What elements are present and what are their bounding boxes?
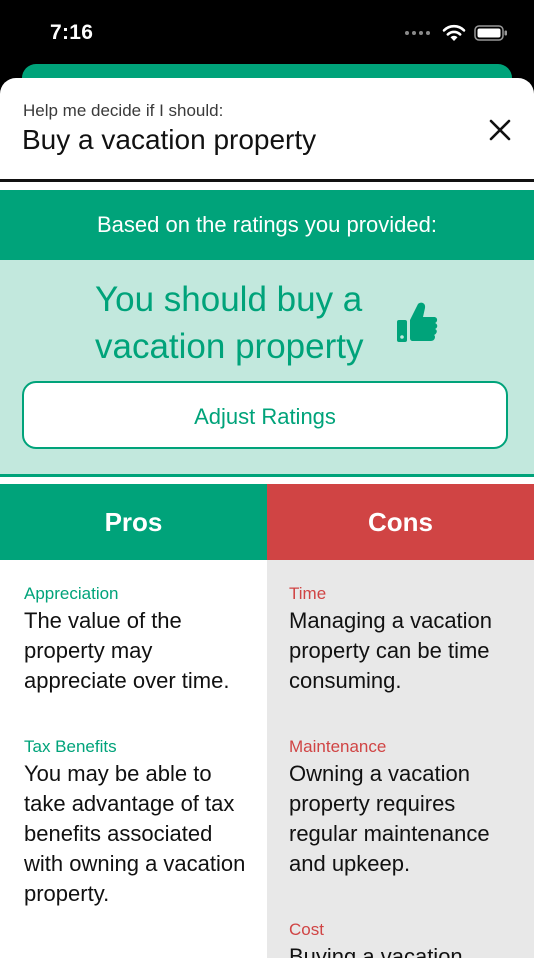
close-icon[interactable] — [484, 114, 516, 146]
pro-item-description: You may be able to take advantage of tax… — [24, 761, 246, 906]
wifi-icon — [442, 24, 466, 41]
verdict-panel: You should buy a vacation property Adjus… — [0, 260, 534, 477]
status-icons — [405, 24, 508, 42]
pro-item-description: The value of the property may appreciate… — [24, 608, 230, 693]
verdict-text: You should buy a vacation property — [95, 280, 364, 366]
cellular-dots-icon — [405, 31, 430, 35]
status-time: 7:16 — [50, 21, 94, 44]
con-item-title: Cost — [289, 920, 324, 939]
header-subtitle: Help me decide if I should: — [23, 101, 224, 120]
pros-header: Pros — [0, 484, 267, 560]
pro-item-title: Appreciation — [24, 584, 119, 603]
decision-sheet: Help me decide if I should: Buy a vacati… — [0, 78, 534, 958]
cons-list: Time Managing a vacation property can be… — [267, 560, 534, 958]
sheet-header: Help me decide if I should: Buy a vacati… — [0, 78, 534, 178]
cons-header: Cons — [267, 484, 534, 560]
pro-item: Tax Benefits You may be able to take adv… — [24, 737, 249, 909]
con-item-title: Maintenance — [289, 737, 387, 756]
results-banner: Based on the ratings you provided: — [0, 190, 534, 260]
con-item-description: Buying a vacation — [289, 944, 463, 958]
header-divider — [0, 179, 534, 182]
adjust-ratings-button[interactable]: Adjust Ratings — [22, 381, 508, 449]
con-item-title: Time — [289, 584, 327, 603]
status-bar: 7:16 — [0, 0, 534, 66]
pro-item-title: Tax Benefits — [24, 737, 117, 756]
pro-item: Appreciation The value of the property m… — [24, 584, 249, 696]
con-item: Time Managing a vacation property can be… — [289, 584, 516, 696]
thumbs-up-icon — [397, 302, 438, 342]
con-item-description: Managing a vacation property can be time… — [289, 608, 493, 693]
header-title: Buy a vacation property — [22, 124, 317, 155]
battery-icon — [474, 25, 507, 41]
con-item: Maintenance Owning a vacation property r… — [289, 737, 516, 879]
con-item: Cost Buying a vacation — [289, 920, 516, 958]
con-item-description: Owning a vacation property requires regu… — [289, 761, 490, 876]
pros-list: Appreciation The value of the property m… — [0, 560, 267, 958]
